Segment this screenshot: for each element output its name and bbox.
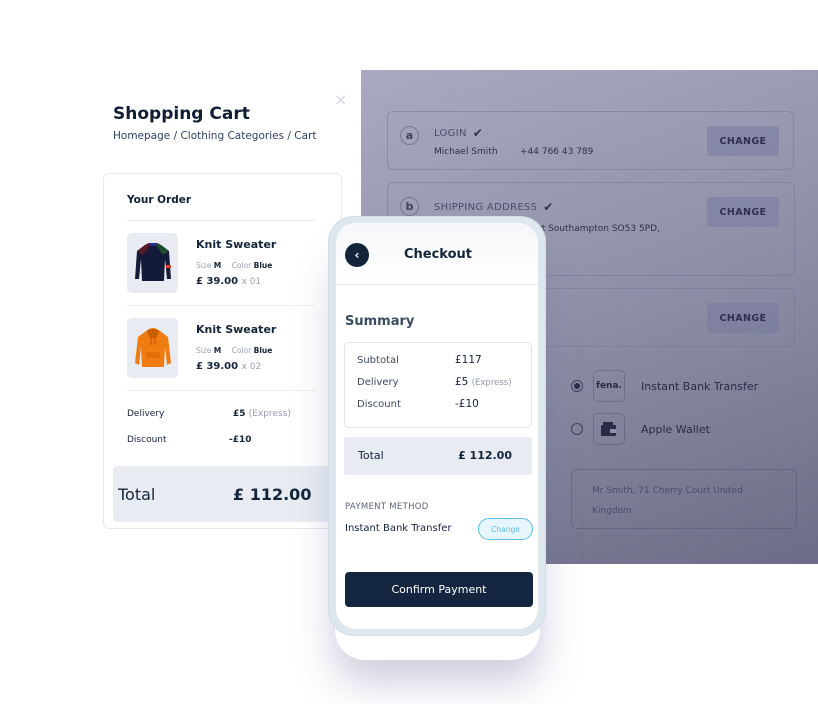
step-login-title: LOGIN ✔ [434, 126, 484, 140]
subtotal-label: Subtotal [357, 355, 399, 366]
summary-title: Summary [345, 314, 415, 329]
cart-item[interactable]: Knit Sweater Size M Color Blue £ 39.00 x… [127, 233, 327, 295]
check-icon: ✔ [543, 200, 554, 214]
phone-total-label: Total [358, 449, 384, 462]
summary-box: Subtotal £117 Delivery £5 (Express) Disc… [344, 342, 532, 428]
close-icon[interactable]: × [334, 90, 347, 109]
divider [127, 390, 315, 391]
item-price: £ 39.00 x 01 [196, 276, 262, 287]
discount-value: -£10 [229, 435, 252, 445]
discount-label: Discount [127, 435, 167, 445]
change-shipping-button[interactable]: CHANGE [707, 197, 779, 227]
payment-option-label: Instant Bank Transfer [641, 379, 759, 393]
delivery-label: Delivery [127, 409, 165, 419]
item-name: Knit Sweater [196, 238, 277, 251]
step-letter-b: b [400, 197, 419, 216]
item-name: Knit Sweater [196, 323, 277, 336]
item-meta: Size M Color Blue [196, 346, 273, 355]
fena-logo-icon: fena. [593, 370, 625, 402]
phone-total-value: £ 112.00 [458, 449, 512, 462]
delivery-value: £5 (Express) [455, 376, 512, 388]
payment-method-value: Instant Bank Transfer [345, 523, 452, 534]
phone-header: Checkout ‹ [336, 223, 538, 285]
phone-mockup: Checkout ‹ Summary Subtotal £117 Deliver… [328, 216, 546, 636]
confirm-payment-button[interactable]: Confirm Payment [345, 572, 533, 607]
delivery-label: Delivery [357, 377, 399, 388]
back-icon[interactable]: ‹ [345, 243, 369, 267]
item-price: £ 39.00 x 02 [196, 361, 262, 372]
payment-option-label: Apple Wallet [641, 422, 710, 436]
product-image-navy-sweater [127, 233, 178, 293]
login-phone: +44 766 43 789 [520, 147, 594, 157]
step-login-card: a LOGIN ✔ Michael Smith +44 766 43 789 C… [387, 111, 794, 170]
change-payment-button[interactable]: CHANGE [707, 303, 779, 333]
divider [127, 220, 315, 221]
page-title: Shopping Cart [113, 104, 250, 124]
discount-value: -£10 [455, 398, 479, 410]
radio-selected[interactable] [571, 380, 583, 392]
phone-total-bar: Total £ 112.00 [344, 437, 532, 475]
step-letter-a: a [400, 126, 419, 145]
cart-item[interactable]: Knit Sweater Size M Color Blue £ 39.00 x… [127, 318, 327, 380]
order-title: Your Order [127, 194, 192, 206]
change-payment-method-button[interactable]: Change [478, 518, 533, 540]
divider [127, 305, 315, 306]
shipping-address-text: rt Southampton SO53 5PD, [538, 224, 660, 234]
payment-option-wallet[interactable]: Apple Wallet [571, 413, 710, 445]
delivery-value: £5 (Express) [233, 409, 291, 419]
discount-label: Discount [357, 399, 401, 410]
subtotal-value: £117 [455, 354, 482, 366]
step-shipping-title: SHIPPING ADDRESS ✔ [434, 200, 554, 214]
radio-unselected[interactable] [571, 423, 583, 435]
change-login-button[interactable]: CHANGE [707, 126, 779, 156]
login-name: Michael Smith [434, 147, 498, 157]
item-meta: Size M Color Blue [196, 261, 273, 270]
total-value: £ 112.00 [233, 485, 312, 504]
product-image-orange-hoodie [127, 318, 178, 378]
wallet-icon [593, 413, 625, 445]
breadcrumb[interactable]: Homepage / Clothing Categories / Cart [113, 130, 316, 142]
total-label: Total [118, 485, 156, 504]
billing-address-box: Mr Smith, 71 Cherry Court United Kingdom [571, 469, 797, 529]
check-icon: ✔ [472, 126, 484, 140]
payment-method-label: PAYMENT METHOD [345, 502, 429, 512]
shopping-cart-panel: Shopping Cart Homepage / Clothing Catego… [80, 70, 363, 564]
payment-option-bank[interactable]: fena. Instant Bank Transfer [571, 370, 758, 402]
phone-screen: Checkout ‹ Summary Subtotal £117 Deliver… [336, 223, 538, 629]
